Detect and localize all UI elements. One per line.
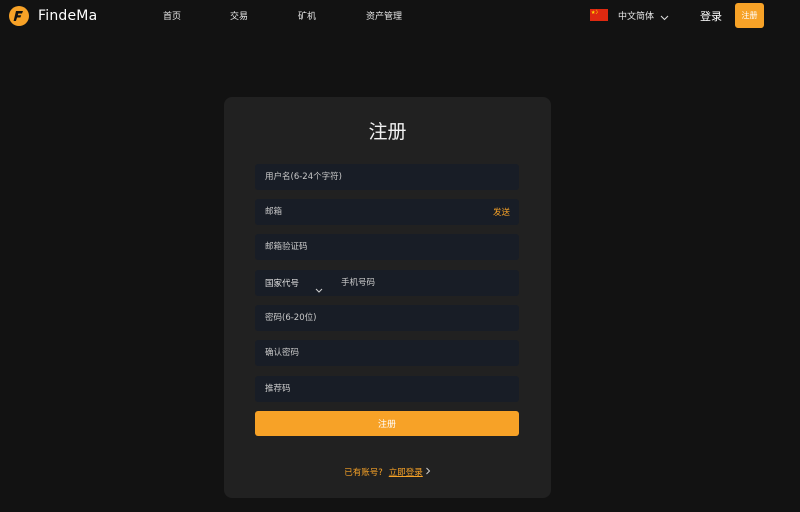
chevron-down-icon — [315, 279, 323, 298]
username-field — [255, 164, 519, 190]
email-code-input[interactable] — [255, 234, 519, 260]
has-account-text: 已有账号? — [344, 468, 383, 478]
password-field — [255, 305, 519, 331]
china-flag-icon — [590, 9, 608, 21]
country-code-label: 国家代号 — [265, 279, 300, 289]
language-selector[interactable]: 中文简体 — [590, 9, 669, 22]
nav-home[interactable]: 首页 — [163, 9, 181, 22]
login-link[interactable]: 登录 — [700, 8, 722, 24]
register-title: 注册 — [368, 121, 407, 143]
login-now-label: 立即登录 — [388, 468, 423, 478]
language-label: 中文简体 — [618, 11, 655, 22]
confirm-password-field — [255, 340, 519, 366]
login-now-link[interactable]: 立即登录 — [389, 466, 431, 478]
email-field: 发送 — [255, 199, 519, 225]
confirm-password-input[interactable] — [255, 340, 519, 366]
chevron-down-icon — [660, 6, 669, 25]
password-input[interactable] — [255, 305, 519, 331]
referral-code-field — [255, 376, 519, 402]
brand-logo[interactable]: FindeMa — [9, 6, 97, 26]
brand-name: FindeMa — [38, 8, 98, 24]
nav-mining-machine[interactable]: 矿机 — [298, 9, 316, 22]
email-code-field — [255, 234, 519, 260]
email-input[interactable] — [255, 199, 519, 225]
login-prompt: 已有账号? 立即登录 — [224, 466, 551, 478]
nav-asset-management[interactable]: 资产管理 — [366, 9, 402, 22]
signup-button[interactable]: 注册 — [735, 3, 764, 28]
country-code-select[interactable]: 国家代号 — [255, 270, 333, 296]
phone-field: 国家代号 — [255, 270, 519, 296]
username-input[interactable] — [255, 164, 519, 190]
phone-input[interactable] — [331, 270, 519, 296]
send-code-button[interactable]: 发送 — [493, 206, 510, 218]
chevron-right-icon — [425, 467, 431, 478]
register-card: 注册 发送 国家代号 注册 已有账号? 立即登录 — [224, 97, 551, 498]
register-submit-button[interactable]: 注册 — [255, 411, 519, 436]
referral-code-input[interactable] — [255, 376, 519, 402]
nav-trade[interactable]: 交易 — [230, 9, 248, 22]
findema-logo-icon — [9, 6, 29, 26]
top-navbar: FindeMa 首页 交易 矿机 资产管理 中文简体 登录 注册 — [0, 0, 800, 32]
